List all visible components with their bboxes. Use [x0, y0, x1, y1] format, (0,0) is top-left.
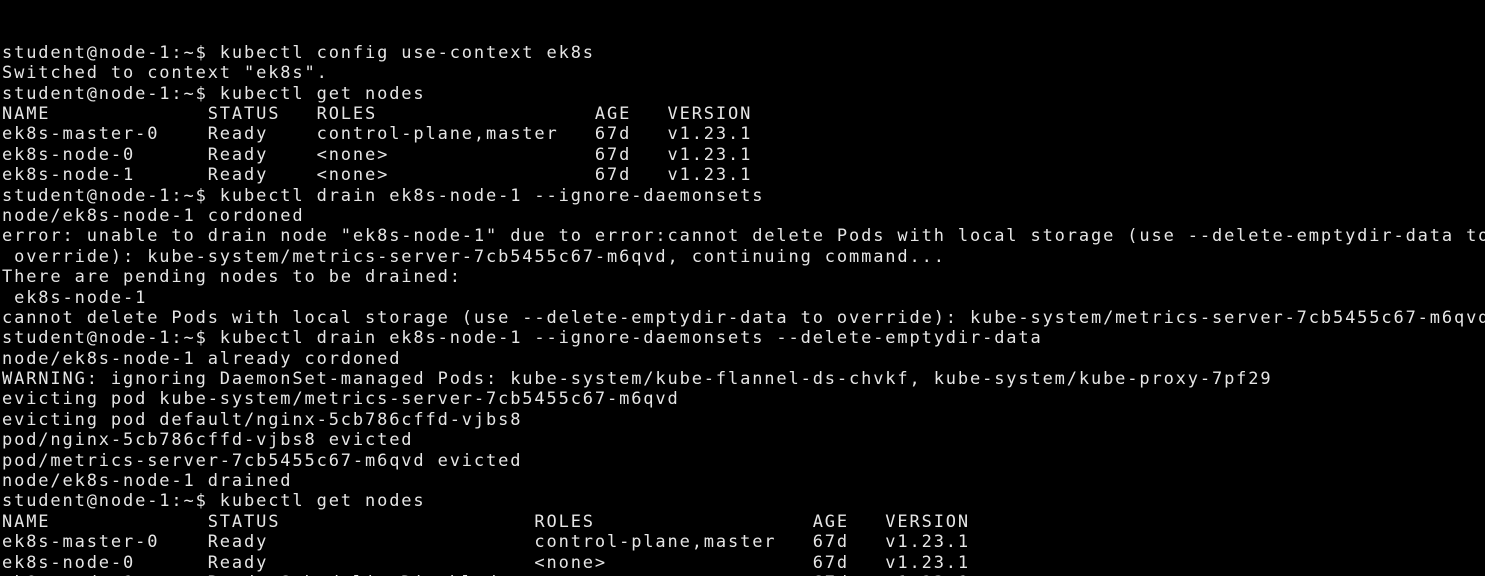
terminal-screen[interactable]: student@node-1:~$ kubectl config use-con… — [0, 0, 1485, 576]
terminal-line: node/ek8s-node-1 drained — [2, 471, 293, 492]
terminal-line: pod/nginx-5cb786cffd-vjbs8 evicted — [2, 430, 414, 451]
terminal-line: ek8s-node-1 — [2, 287, 148, 308]
terminal-line: ek8s-node-1 Ready <none> 67d v1.23.1 — [2, 165, 753, 186]
terminal-line: Switched to context "ek8s". — [2, 63, 329, 84]
terminal-line: ek8s-master-0 Ready control-plane,master… — [2, 124, 753, 145]
terminal-line: ek8s-node-0 Ready <none> 67d v1.23.1 — [2, 552, 970, 573]
terminal-line: student@node-1:~$ kubectl get nodes — [2, 83, 426, 104]
terminal-line: error: unable to drain node "ek8s-node-1… — [2, 226, 1485, 247]
terminal-line: override): kube-system/metrics-server-7c… — [2, 246, 946, 267]
terminal-line: NAME STATUS ROLES AGE VERSION — [2, 103, 753, 124]
terminal-line: WARNING: ignoring DaemonSet-managed Pods… — [2, 369, 1273, 390]
terminal-line: student@node-1:~$ kubectl get nodes — [2, 491, 426, 512]
terminal-output: student@node-1:~$ kubectl config use-con… — [2, 43, 1485, 576]
terminal-line: student@node-1:~$ kubectl config use-con… — [2, 42, 595, 63]
terminal-line: node/ek8s-node-1 already cordoned — [2, 348, 402, 369]
terminal-line: NAME STATUS ROLES AGE VERSION — [2, 511, 970, 532]
terminal-line: pod/metrics-server-7cb5455c67-m6qvd evic… — [2, 450, 523, 471]
terminal-line: student@node-1:~$ kubectl drain ek8s-nod… — [2, 328, 1043, 349]
terminal-line: node/ek8s-node-1 cordoned — [2, 205, 305, 226]
terminal-line: There are pending nodes to be drained: — [2, 267, 462, 288]
terminal-line: evicting pod kube-system/metrics-server-… — [2, 389, 680, 410]
terminal-line: ek8s-master-0 Ready control-plane,master… — [2, 532, 970, 553]
terminal-line: student@node-1:~$ kubectl drain ek8s-nod… — [2, 185, 765, 206]
terminal-line: ek8s-node-0 Ready <none> 67d v1.23.1 — [2, 144, 753, 165]
terminal-line: evicting pod default/nginx-5cb786cffd-vj… — [2, 409, 523, 430]
terminal-line: cannot delete Pods with local storage (u… — [2, 307, 1485, 328]
